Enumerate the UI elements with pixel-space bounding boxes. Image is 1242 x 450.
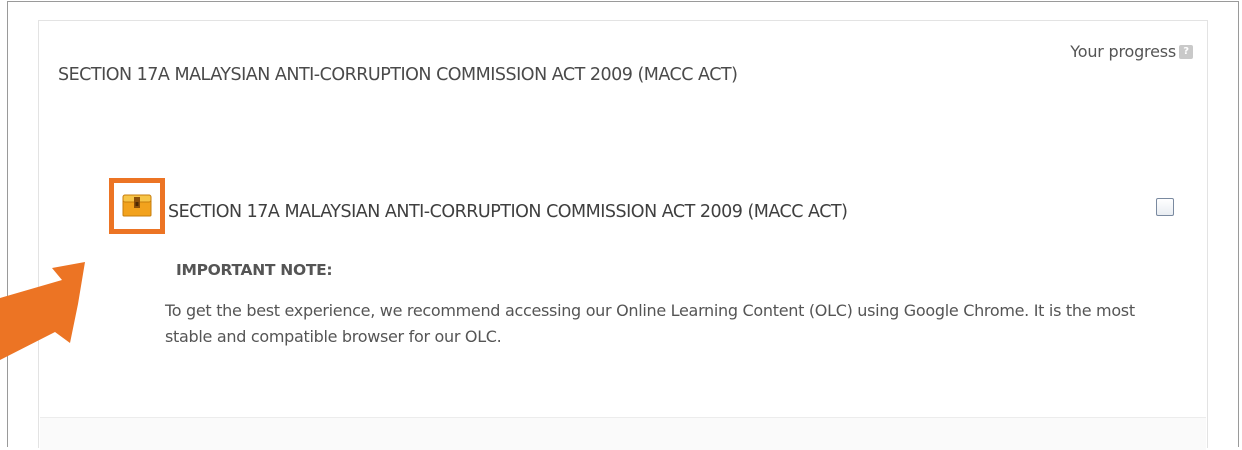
progress-label: Your progress xyxy=(1070,42,1176,61)
section-footer xyxy=(40,417,1206,450)
important-note-label: IMPORTANT NOTE: xyxy=(176,261,333,279)
section-title: SECTION 17A MALAYSIAN ANTI-CORRUPTION CO… xyxy=(58,65,738,85)
important-note-text: To get the best experience, we recommend… xyxy=(165,301,1135,346)
activity-icon-highlight[interactable] xyxy=(109,178,165,234)
treasure-chest-icon xyxy=(122,194,152,217)
help-icon[interactable]: ? xyxy=(1179,44,1193,59)
progress-indicator: Your progress ? xyxy=(1070,42,1193,61)
activity-title-link[interactable]: SECTION 17A MALAYSIAN ANTI-CORRUPTION CO… xyxy=(168,202,848,222)
completion-checkbox[interactable] xyxy=(1156,198,1174,216)
